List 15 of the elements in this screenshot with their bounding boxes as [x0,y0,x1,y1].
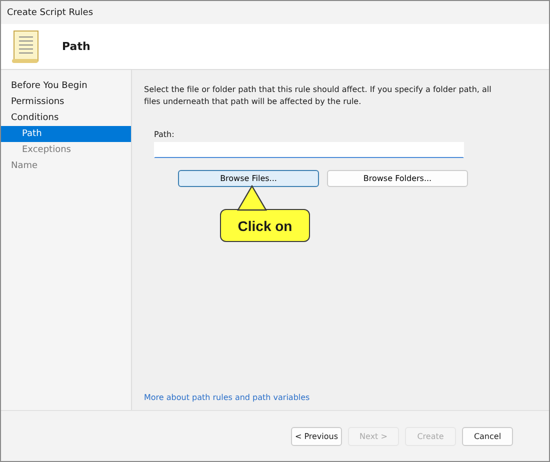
sidebar-item[interactable]: Permissions [1,94,131,110]
window-title: Create Script Rules [7,8,94,18]
help-link[interactable]: More about path rules and path variables [144,393,310,402]
sidebar-item[interactable]: Conditions [1,110,131,126]
path-field[interactable] [154,142,464,158]
wizard-button[interactable]: Cancel [462,426,513,446]
sidebar-item[interactable]: Before You Begin [1,78,131,94]
browse-button[interactable]: Browse Files... [178,170,319,187]
wizard-button[interactable]: < Previous [291,426,342,446]
sidebar-item[interactable]: Path [1,126,131,142]
callout-pointer [237,185,267,211]
path-label: Path: [154,130,176,139]
description-text: Select the file or folder path that this rule should affect. If you specify a folder path, all files underneath that path will be affected by the rule. [144,84,492,108]
browse-button[interactable]: Browse Folders... [327,170,468,187]
page-title: Path [62,40,90,53]
